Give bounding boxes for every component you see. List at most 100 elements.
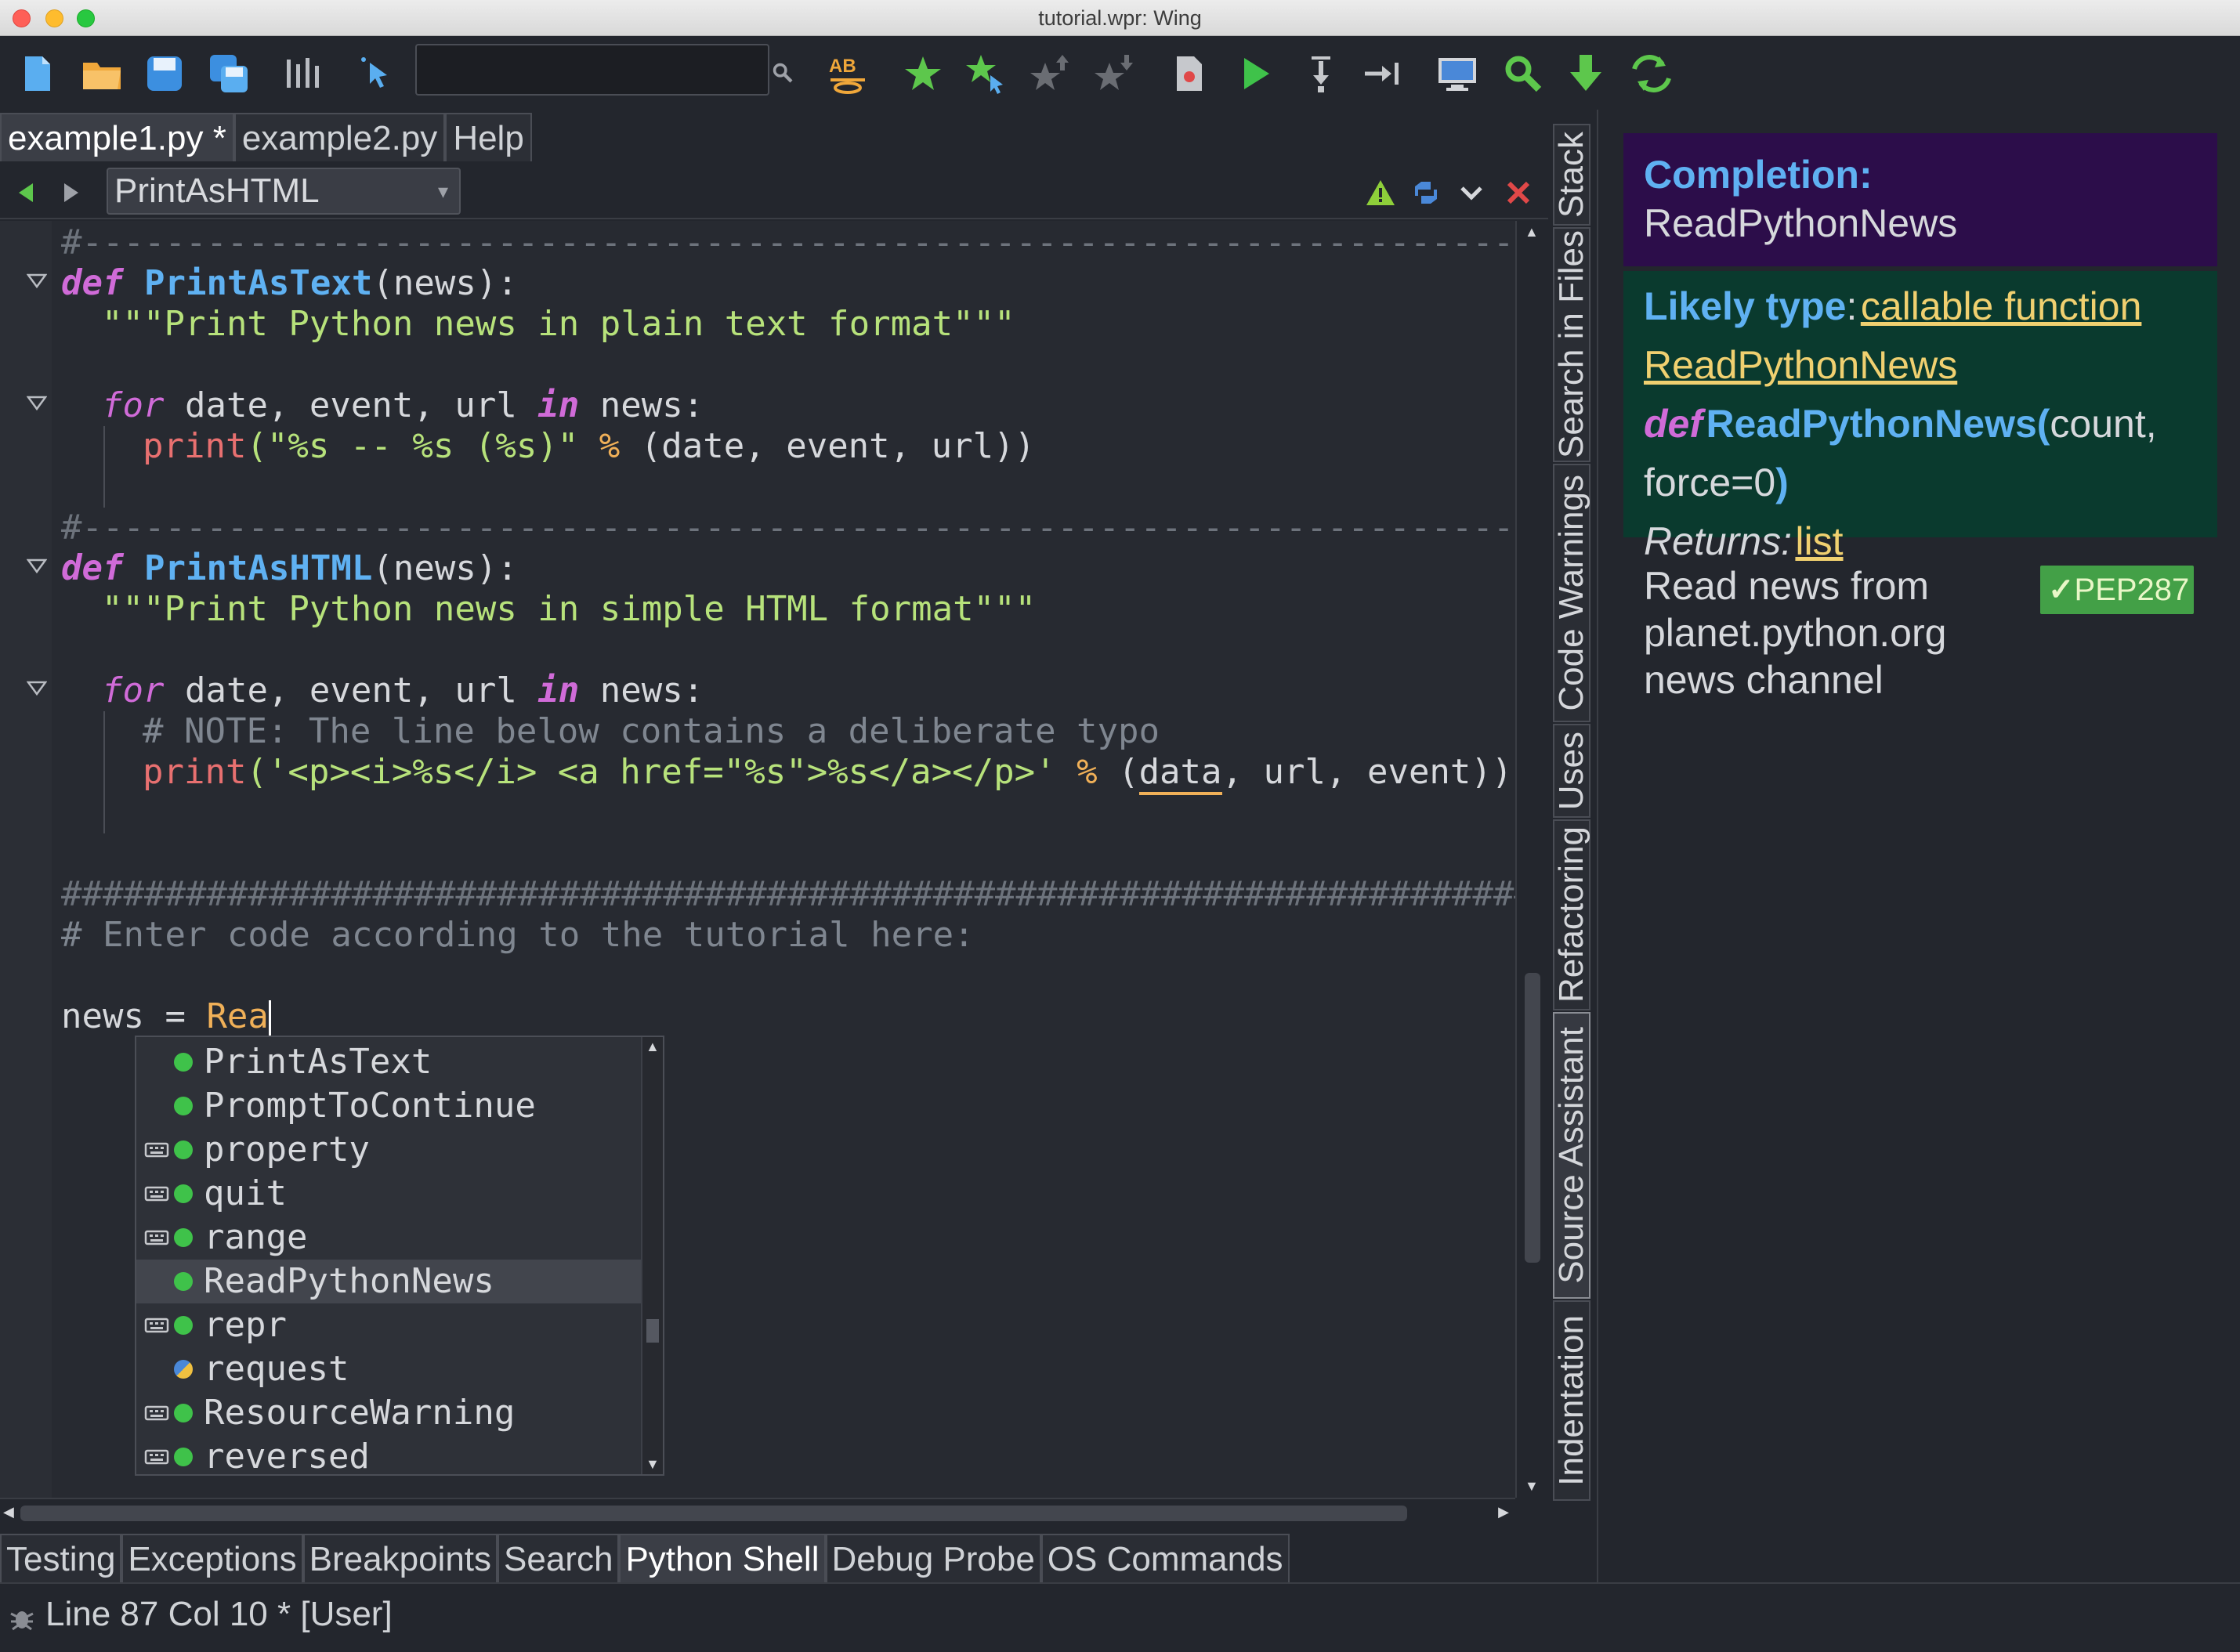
builtin-keyboard-icon [144, 1186, 169, 1202]
scroll-right-icon[interactable]: ▶ [1498, 1504, 1509, 1520]
tab-code-warnings[interactable]: Code Warnings [1552, 464, 1590, 722]
type-info-box: Likely type: callable function ReadPytho… [1623, 271, 2217, 563]
tab-refactoring[interactable]: Refactoring [1552, 819, 1590, 1010]
autocomplete-item-label: PromptToContinue [204, 1086, 536, 1126]
function-name-link[interactable]: ReadPythonNews [1644, 343, 1957, 387]
likely-type-link[interactable]: callable function [1861, 284, 2142, 328]
tab-exceptions[interactable]: Exceptions [121, 1534, 303, 1582]
autocomplete-item-label: quit [204, 1173, 287, 1213]
forward-arrow-icon[interactable] [55, 177, 86, 208]
tab-breakpoints[interactable]: Breakpoints [302, 1534, 498, 1582]
code-assign: news = [61, 996, 207, 1036]
back-arrow-icon[interactable] [11, 177, 42, 208]
bookmark-button[interactable] [899, 50, 946, 97]
autocomplete-item[interactable]: ResourceWarning [136, 1391, 642, 1435]
editor-vertical-scrollbar[interactable]: ▲ ▼ [1515, 221, 1548, 1498]
scroll-down-icon[interactable]: ▼ [1525, 1478, 1539, 1495]
indent-button[interactable] [279, 50, 326, 97]
code-line: for date, event, url in news: [102, 671, 704, 711]
tab-testing[interactable]: Testing [0, 1534, 122, 1582]
spell-check-icon: AB [829, 56, 865, 94]
save-all-button[interactable] [205, 50, 252, 97]
replace-button[interactable] [1628, 50, 1675, 97]
python-shell-button[interactable] [1434, 50, 1481, 97]
tab-uses[interactable]: Uses [1552, 724, 1590, 818]
tab-python-shell[interactable]: Python Shell [619, 1534, 826, 1582]
scroll-up-icon[interactable]: ▲ [646, 1039, 660, 1055]
scroll-down-icon[interactable]: ▼ [646, 1456, 660, 1473]
autocomplete-scrollbar[interactable]: ▲ ▼ [641, 1037, 663, 1474]
tab-debug-probe[interactable]: Debug Probe [825, 1534, 1041, 1582]
indent-guide [103, 711, 105, 833]
pep287-badge[interactable]: ✓PEP287 [2040, 566, 2194, 614]
fold-toggle-icon[interactable] [27, 273, 47, 288]
scroll-thumb[interactable] [1525, 973, 1540, 1263]
function-select[interactable]: PrintAsHTML ▾ [107, 168, 461, 215]
scroll-left-icon[interactable]: ◀ [3, 1504, 14, 1520]
autocomplete-item-label: property [204, 1130, 370, 1169]
find-button[interactable] [1500, 50, 1547, 97]
spell-check-button[interactable]: AB [824, 50, 871, 97]
autocomplete-item[interactable]: ReadPythonNews [136, 1260, 642, 1303]
fold-toggle-icon[interactable] [27, 680, 47, 696]
code-args: (news): [372, 263, 518, 303]
tab-help[interactable]: Help [445, 113, 532, 161]
docstring: """Print Python news in simple HTML form… [102, 589, 1037, 629]
tab-os-commands[interactable]: OS Commands [1040, 1534, 1290, 1582]
autocomplete-item[interactable]: quit [136, 1172, 642, 1216]
editor-horizontal-scrollbar[interactable]: ◀ ▶ [0, 1498, 1515, 1527]
open-file-button[interactable] [78, 50, 125, 97]
autocomplete-item[interactable]: range [136, 1216, 642, 1260]
search-button[interactable] [768, 50, 799, 97]
options-chevron-icon[interactable] [1456, 177, 1487, 208]
tab-search-in-files[interactable]: Search in Files [1552, 227, 1590, 462]
scroll-thumb[interactable] [646, 1319, 659, 1343]
keyword-for: for [102, 385, 165, 425]
doc-line: news channel [1644, 658, 1884, 702]
debug-run-button[interactable] [1232, 50, 1279, 97]
fold-toggle-icon[interactable] [27, 395, 47, 410]
warning-icon[interactable] [1365, 177, 1396, 208]
next-bookmark-button[interactable] [1091, 50, 1138, 97]
new-file-icon [25, 56, 50, 91]
autocomplete-item[interactable]: repr [136, 1303, 642, 1347]
tab-example1[interactable]: example1.py * [0, 113, 234, 161]
returns-link[interactable]: list [1795, 519, 1843, 563]
line-gutter [0, 221, 52, 1498]
download-button[interactable] [1562, 50, 1609, 97]
prev-bookmark-button[interactable] [1026, 50, 1073, 97]
toolbar-search-input[interactable] [415, 44, 769, 96]
autocomplete-popup[interactable]: PrintAsText PromptToContinue property quit r… [135, 1036, 664, 1479]
close-icon[interactable] [1503, 177, 1534, 208]
hash-separator: ########################################… [61, 874, 1515, 914]
code-string: ('<p><i>%s</i> <a href="%s">%s</a></p>' [246, 752, 1056, 792]
tab-source-assistant[interactable]: Source Assistant [1552, 1012, 1590, 1299]
bookmark-goto-button[interactable] [962, 50, 1009, 97]
chevron-down-icon: ▾ [437, 179, 448, 203]
scroll-up-icon[interactable]: ▲ [1525, 224, 1539, 240]
save-button[interactable] [141, 50, 188, 97]
signature-close: ) [1775, 461, 1789, 504]
autocomplete-item[interactable]: reversed [136, 1435, 642, 1479]
python-icon[interactable] [1410, 177, 1442, 208]
step-out-button[interactable] [1359, 50, 1406, 97]
autocomplete-item[interactable]: request [136, 1347, 642, 1391]
code-line: def PrintAsText(news): [61, 263, 518, 304]
tab-example2[interactable]: example2.py [233, 113, 446, 161]
new-file-button[interactable] [14, 50, 61, 97]
tab-search[interactable]: Search [498, 1534, 620, 1582]
function-name: PrintAsHTML [143, 548, 373, 588]
tab-stack[interactable]: Stack [1552, 124, 1590, 226]
likely-type-colon: : [1846, 284, 1858, 328]
breakpoint-button[interactable] [1166, 50, 1213, 97]
autocomplete-item[interactable]: property [136, 1128, 642, 1172]
scroll-thumb[interactable] [20, 1506, 1407, 1521]
function-icon [174, 1404, 193, 1422]
autocomplete-item[interactable]: PromptToContinue [136, 1084, 642, 1128]
goto-definition-button[interactable] [354, 50, 401, 97]
step-into-button[interactable] [1297, 50, 1344, 97]
tab-indentation[interactable]: Indentation [1552, 1300, 1590, 1501]
fold-toggle-icon[interactable] [27, 558, 47, 573]
autocomplete-item[interactable]: PrintAsText [136, 1040, 642, 1084]
function-icon [174, 1140, 193, 1159]
